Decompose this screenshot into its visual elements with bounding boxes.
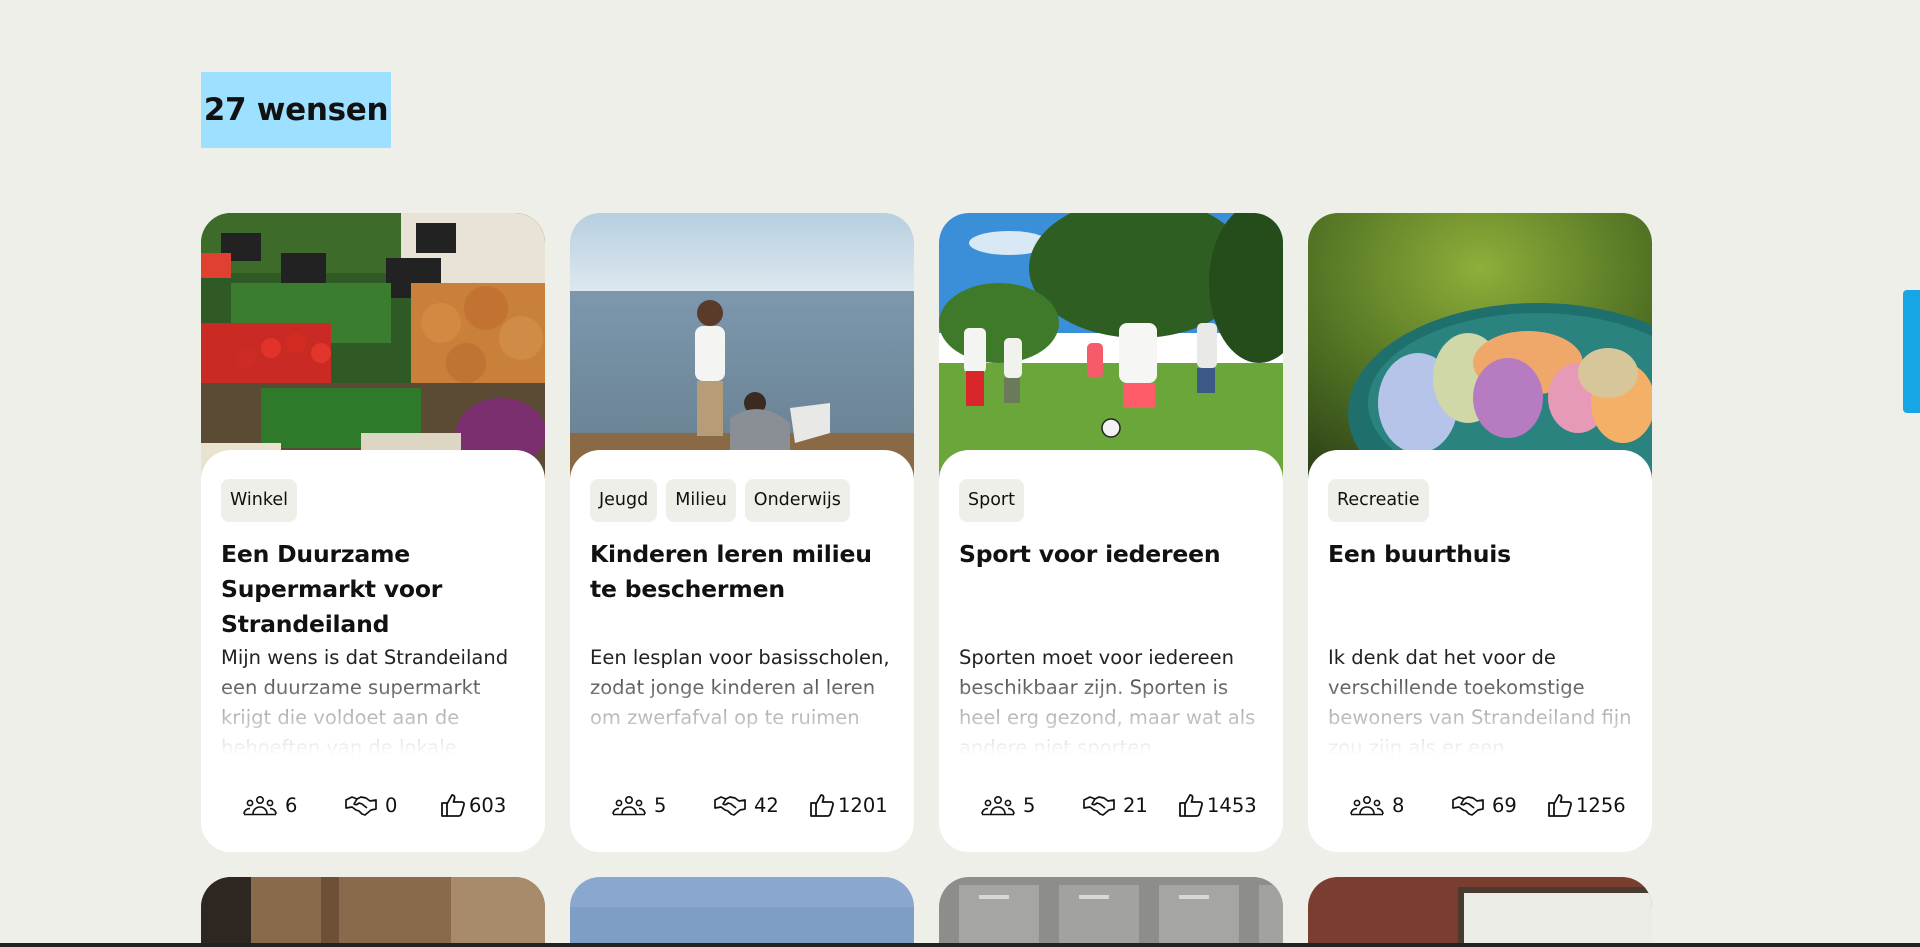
wish-card[interactable]: Sport Sport voor iedereen Sporten moet v… xyxy=(939,213,1283,852)
helpers-stat: 21 xyxy=(1083,785,1148,825)
supporters-stat: 5 xyxy=(612,785,666,825)
wish-description: Mijn wens is dat Strandeiland een duurza… xyxy=(221,646,509,755)
likes-count: 1453 xyxy=(1207,793,1257,817)
tag[interactable]: Jeugd xyxy=(590,479,658,522)
group-icon xyxy=(981,794,1015,816)
wooden-door-image xyxy=(201,877,545,947)
helpers-stat: 69 xyxy=(1452,785,1517,825)
likes-stat[interactable]: 1201 xyxy=(809,785,888,825)
thumbs-up-icon xyxy=(440,792,466,818)
supporters-stat: 5 xyxy=(981,785,1035,825)
wishes-grid: Winkel Een Duurzame Supermarkt voor Stra… xyxy=(201,213,1652,852)
thumbs-up-icon xyxy=(1547,792,1573,818)
wish-tags: Jeugd Milieu Onderwijs xyxy=(590,479,850,522)
helpers-stat: 42 xyxy=(714,785,779,825)
thumbs-up-icon xyxy=(1178,792,1204,818)
tag[interactable]: Milieu xyxy=(666,479,736,522)
wish-title[interactable]: Een buurthuis xyxy=(1328,537,1628,572)
wish-card-partial[interactable] xyxy=(201,877,545,947)
wish-tags: Sport xyxy=(959,479,1024,522)
wish-description: Sporten moet voor iedereen beschikbaar z… xyxy=(959,646,1256,755)
group-icon xyxy=(1350,794,1384,816)
wish-card-partial[interactable] xyxy=(939,877,1283,947)
wish-card-body: Winkel Een Duurzame Supermarkt voor Stra… xyxy=(201,450,545,852)
wish-title[interactable]: Een Duurzame Supermarkt voor Strandeilan… xyxy=(221,537,521,642)
wish-stats: 5 21 1453 xyxy=(939,785,1283,825)
children-beach-image xyxy=(570,213,914,488)
group-icon xyxy=(612,794,646,816)
wish-tags: Recreatie xyxy=(1328,479,1429,522)
wish-stats: 8 69 1256 xyxy=(1308,785,1652,825)
handshake-icon xyxy=(1452,794,1484,816)
page-bottom-edge xyxy=(0,943,1920,947)
supporters-count: 5 xyxy=(1023,793,1036,817)
supporters-count: 5 xyxy=(654,793,667,817)
thumbs-up-icon xyxy=(809,792,835,818)
vegetable-market-image xyxy=(201,213,545,488)
supporters-stat: 8 xyxy=(1350,785,1404,825)
helpers-stat: 0 xyxy=(345,785,397,825)
blue-surface-image xyxy=(570,877,914,947)
wish-card[interactable]: Recreatie Een buurthuis Ik denk dat het … xyxy=(1308,213,1652,852)
likes-count: 1256 xyxy=(1576,793,1626,817)
likes-count: 1201 xyxy=(838,793,888,817)
wish-card-body: Recreatie Een buurthuis Ik denk dat het … xyxy=(1308,450,1652,852)
wish-title[interactable]: Kinderen leren milieu te beschermen xyxy=(590,537,890,607)
wishes-count-badge: 27 wensen xyxy=(201,72,391,148)
brick-building-image xyxy=(1308,877,1652,947)
helpers-count: 42 xyxy=(754,793,779,817)
wish-stats: 5 42 1201 xyxy=(570,785,914,825)
likes-stat[interactable]: 1453 xyxy=(1178,785,1257,825)
wish-card-partial[interactable] xyxy=(570,877,914,947)
tag[interactable]: Winkel xyxy=(221,479,298,522)
side-feedback-tab[interactable] xyxy=(1903,290,1920,413)
lockers-image xyxy=(939,877,1283,947)
wish-card[interactable]: Winkel Een Duurzame Supermarkt voor Stra… xyxy=(201,213,545,852)
handshake-icon xyxy=(714,794,746,816)
wishes-grid-next-row xyxy=(201,877,1652,947)
water-balloons-image xyxy=(1308,213,1652,488)
wish-card[interactable]: Jeugd Milieu Onderwijs Kinderen leren mi… xyxy=(570,213,914,852)
wish-card-body: Jeugd Milieu Onderwijs Kinderen leren mi… xyxy=(570,450,914,852)
likes-stat[interactable]: 1256 xyxy=(1547,785,1626,825)
tag[interactable]: Recreatie xyxy=(1328,479,1429,522)
supporters-count: 6 xyxy=(285,793,298,817)
helpers-count: 69 xyxy=(1492,793,1517,817)
handshake-icon xyxy=(1083,794,1115,816)
tag[interactable]: Onderwijs xyxy=(744,479,850,522)
supporters-stat: 6 xyxy=(243,785,297,825)
wishes-count-label: 27 wensen xyxy=(203,92,389,128)
helpers-count: 21 xyxy=(1123,793,1148,817)
likes-stat[interactable]: 603 xyxy=(440,785,506,825)
handshake-icon xyxy=(345,794,377,816)
tag[interactable]: Sport xyxy=(959,479,1024,522)
wish-tags: Winkel xyxy=(221,479,298,522)
kids-soccer-image xyxy=(939,213,1283,488)
wish-title[interactable]: Sport voor iedereen xyxy=(959,537,1259,572)
wish-description: Een lesplan voor basisscholen, zodat jon… xyxy=(590,646,890,729)
wish-stats: 6 0 603 xyxy=(201,785,545,825)
group-icon xyxy=(243,794,277,816)
likes-count: 603 xyxy=(469,793,507,817)
wish-card-partial[interactable] xyxy=(1308,877,1652,947)
wish-card-body: Sport Sport voor iedereen Sporten moet v… xyxy=(939,450,1283,852)
wish-description: Ik denk dat het voor de verschillende to… xyxy=(1328,646,1632,755)
supporters-count: 8 xyxy=(1392,793,1405,817)
helpers-count: 0 xyxy=(385,793,398,817)
